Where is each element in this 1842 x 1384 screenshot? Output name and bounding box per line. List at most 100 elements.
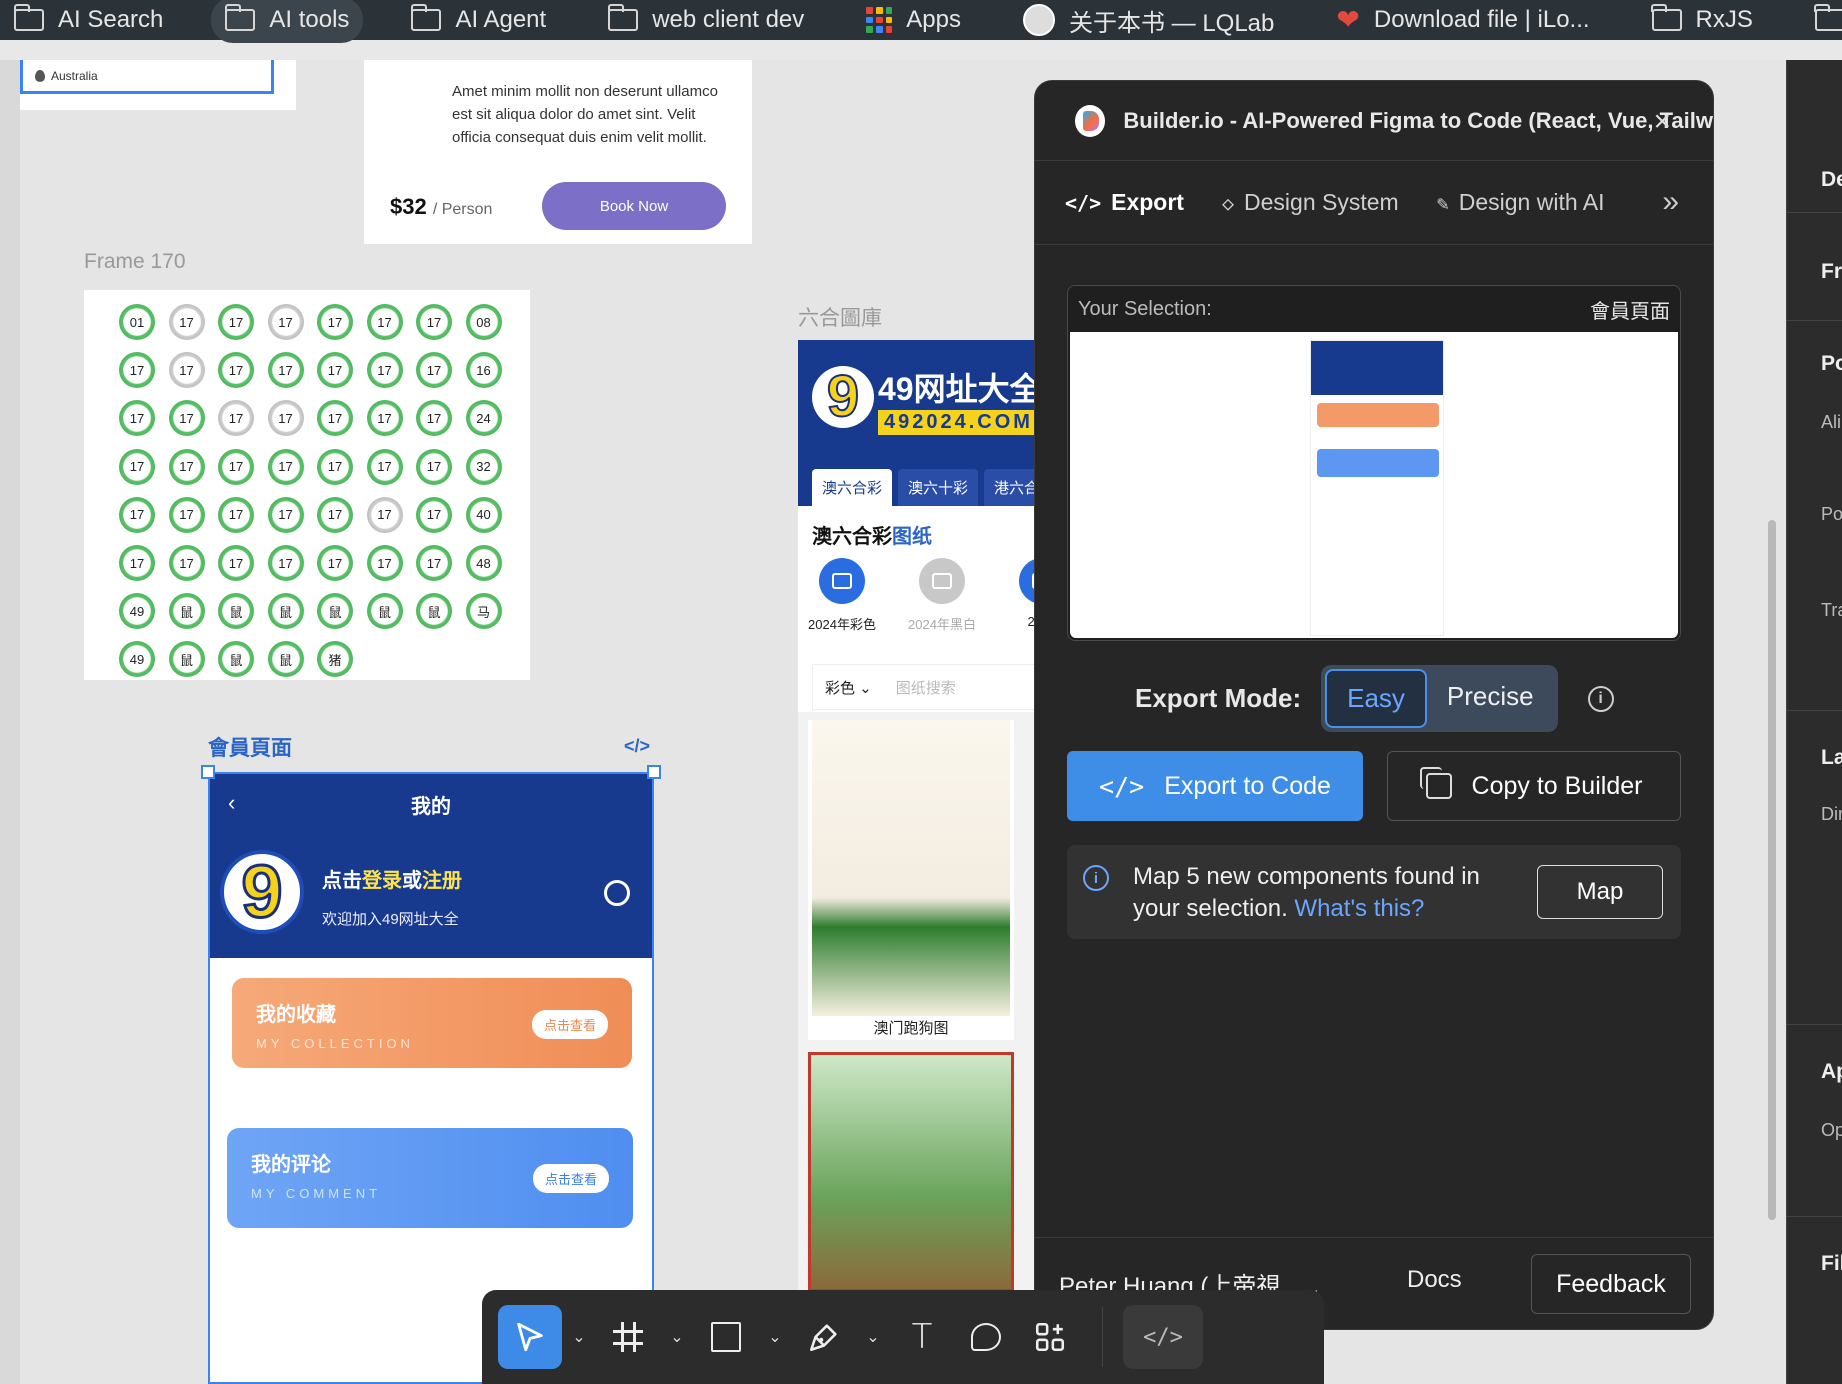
number-ball[interactable]: 17 xyxy=(267,400,304,437)
mode-precise-button[interactable]: Precise xyxy=(1427,669,1554,728)
gallery-frame[interactable]: 9 49网址大全 492024.COM 澳六合彩 澳六十彩 港六合 澳六合彩图纸… xyxy=(798,340,1038,1300)
prop-design-tab[interactable]: De xyxy=(1821,168,1842,192)
number-ball[interactable]: 17 xyxy=(416,352,452,389)
number-ball[interactable]: 17 xyxy=(317,352,353,389)
pen-tool-button[interactable] xyxy=(792,1305,856,1369)
tab-design-system[interactable]: ◇ Design System xyxy=(1222,189,1399,216)
number-ball[interactable]: 24 xyxy=(465,400,502,437)
login-prompt[interactable]: 点击登录或注册 xyxy=(322,864,462,893)
number-ball[interactable]: 17 xyxy=(416,400,452,437)
number-ball[interactable]: 鼠 xyxy=(366,593,403,630)
number-ball[interactable]: 17 xyxy=(317,304,353,340)
gallery-frame-label[interactable]: 六合圖庫 xyxy=(798,302,882,332)
ball-grid-frame[interactable]: 01 17 17 17 17 17 17 08 17 17 17 17 17 17 17 16 17 17 17 17… xyxy=(84,290,530,680)
frame-tool-button[interactable] xyxy=(596,1305,660,1369)
number-ball[interactable]: 17 xyxy=(218,304,254,340)
tour-card[interactable]: Amet minim mollit non deserunt ullamco e… xyxy=(364,60,752,244)
number-ball[interactable]: 17 xyxy=(366,496,403,533)
number-ball[interactable]: 17 xyxy=(267,448,304,485)
number-ball[interactable]: 17 xyxy=(119,496,155,533)
number-ball[interactable]: 17 xyxy=(366,545,403,581)
number-ball[interactable]: 鼠 xyxy=(267,641,304,678)
register-link[interactable]: 注册 xyxy=(422,870,462,892)
tab-macau-10[interactable]: 澳六十彩 xyxy=(898,469,979,506)
number-ball[interactable]: 17 xyxy=(168,496,205,533)
number-ball[interactable]: 17 xyxy=(168,304,205,340)
number-ball[interactable]: 16 xyxy=(465,352,502,389)
number-ball[interactable]: 鼠 xyxy=(416,593,452,630)
resize-handle-top-left[interactable] xyxy=(201,765,215,779)
number-ball[interactable]: 17 xyxy=(366,352,403,389)
bookmark-web-client-dev[interactable]: web client dev xyxy=(594,0,818,43)
chevron-down-icon[interactable]: ⌄ xyxy=(856,1327,890,1347)
frame-170-label[interactable]: Frame 170 xyxy=(84,250,186,274)
number-ball[interactable]: 01 xyxy=(119,304,155,340)
number-ball[interactable]: 17 xyxy=(218,448,254,485)
number-ball[interactable]: 49 xyxy=(119,593,155,630)
member-frame-label[interactable]: 會員頁面 xyxy=(208,732,292,762)
map-button[interactable]: Map xyxy=(1537,865,1663,919)
number-ball[interactable]: 17 xyxy=(416,545,452,581)
close-icon[interactable]: × xyxy=(1653,105,1671,139)
dev-mode-toggle[interactable]: </> xyxy=(1123,1305,1203,1369)
bookmark-ai-tools[interactable]: AI tools xyxy=(211,0,364,43)
tab-hk-6[interactable]: 港六合 xyxy=(984,469,1038,506)
category-color[interactable]: 2024年彩色 xyxy=(806,558,878,633)
resize-handle-top-right[interactable] xyxy=(647,765,661,779)
number-ball[interactable]: 猪 xyxy=(317,641,353,678)
chevron-down-icon[interactable]: ⌄ xyxy=(758,1327,792,1347)
number-ball[interactable]: 40 xyxy=(465,496,502,533)
move-tool-button[interactable] xyxy=(498,1305,562,1369)
number-ball[interactable]: 17 xyxy=(317,400,353,437)
number-ball[interactable]: 17 xyxy=(317,496,353,533)
chevron-down-icon[interactable]: ⌄ xyxy=(562,1327,596,1347)
tab-export[interactable]: </> Export xyxy=(1065,189,1184,216)
bookmark-lqlab[interactable]: 关于本书 — LQLab xyxy=(1009,0,1288,43)
gallery-picture-card[interactable]: 澳门跑狗图 xyxy=(808,720,1014,1040)
tab-design-with-ai[interactable]: ✎ Design with AI xyxy=(1437,189,1605,216)
book-now-button[interactable]: Book Now xyxy=(542,182,726,230)
number-ball[interactable]: 49 xyxy=(119,641,155,678)
number-ball[interactable]: 17 xyxy=(416,448,452,485)
number-ball[interactable]: 17 xyxy=(267,352,304,389)
number-ball[interactable]: 鼠 xyxy=(218,593,254,630)
number-ball[interactable]: 17 xyxy=(366,304,403,340)
number-ball[interactable]: 48 xyxy=(465,545,502,581)
number-ball[interactable]: 17 xyxy=(416,304,452,340)
number-ball[interactable]: 17 xyxy=(218,400,254,437)
actions-tool-button[interactable] xyxy=(1018,1305,1082,1369)
location-field[interactable]: Australia xyxy=(20,60,274,94)
number-ball[interactable]: 17 xyxy=(416,496,452,533)
number-ball[interactable]: 鼠 xyxy=(218,641,254,678)
gallery-picture-card-2[interactable] xyxy=(808,1052,1014,1292)
comment-view-button[interactable]: 点击查看 xyxy=(532,1164,609,1193)
rectangle-tool-button[interactable] xyxy=(694,1305,758,1369)
whats-this-link[interactable]: What's this? xyxy=(1294,895,1424,922)
number-ball[interactable]: 17 xyxy=(218,352,254,389)
number-ball[interactable]: 鼠 xyxy=(317,593,353,630)
filter-select[interactable]: 彩色 ⌄ xyxy=(825,677,872,698)
number-ball[interactable]: 17 xyxy=(119,352,155,389)
chevron-double-right-icon[interactable]: » xyxy=(1662,185,1679,219)
mode-easy-button[interactable]: Easy xyxy=(1325,669,1427,728)
number-ball[interactable]: 鼠 xyxy=(267,593,304,630)
login-link[interactable]: 登录 xyxy=(362,870,402,892)
number-ball[interactable]: 17 xyxy=(267,304,304,340)
gear-icon[interactable] xyxy=(604,880,630,906)
bookmark-apps[interactable]: Apps xyxy=(852,0,975,43)
tab-macau-6[interactable]: 澳六合彩 xyxy=(812,469,893,506)
number-ball[interactable]: 17 xyxy=(119,448,155,485)
collection-view-button[interactable]: 点击查看 xyxy=(531,1010,608,1039)
text-tool-button[interactable]: T xyxy=(890,1305,954,1369)
number-ball[interactable]: 17 xyxy=(119,545,155,581)
number-ball[interactable]: 鼠 xyxy=(168,593,205,630)
bookmark-download-file[interactable]: ❤ Download file | iLo... xyxy=(1322,0,1603,43)
info-icon[interactable]: i xyxy=(1587,685,1614,712)
number-ball[interactable]: 17 xyxy=(267,545,304,581)
category-bw[interactable]: 2024年黑白 xyxy=(906,558,978,633)
number-ball[interactable]: 17 xyxy=(317,448,353,485)
number-ball[interactable]: 17 xyxy=(168,400,205,437)
location-card[interactable]: Australia xyxy=(20,60,296,110)
number-ball[interactable]: 17 xyxy=(366,448,403,485)
bookmark-tools[interactable]: tools xyxy=(1801,0,1842,43)
